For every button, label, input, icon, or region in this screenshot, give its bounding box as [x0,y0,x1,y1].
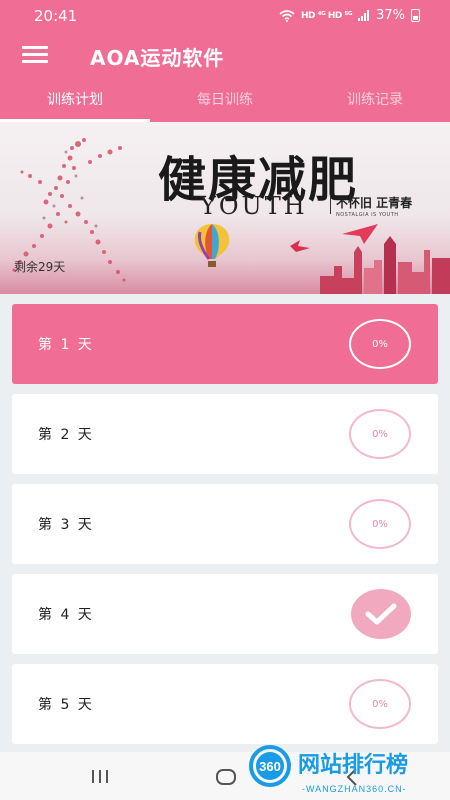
network-labels: HD ⁴ᴳ HD ⁵ᴳ [300,10,353,21]
day-label: 第 4 天 [38,607,94,623]
bird-icon [290,240,310,252]
progress-ring: 0% [349,499,411,549]
watermark: 360 网站排行榜 -WANGZHAN360.CN- [249,745,408,794]
checkmark-icon [351,589,411,639]
day-label: 第 2 天 [38,427,94,443]
tab-daily-training[interactable]: 每日训练 [150,78,300,122]
battery-percent: 37% [376,8,405,23]
watermark-badge: 360 [259,759,281,774]
watermark-url: -WANGZHAN360.CN- [302,784,407,794]
watermark-name: 网站排行榜 [298,752,408,778]
tab-training-plan[interactable]: 训练计划 [0,78,150,122]
tab-training-record[interactable]: 训练记录 [300,78,450,122]
progress-ring: 0% [349,409,411,459]
app-bar: AOA运动软件 [0,32,450,78]
status-time: 20:41 [34,7,78,25]
day-list: 第 1 天 0% 第 2 天 0% 第 3 天 0% 第 4 天 第 5 天 0… [12,304,438,754]
day-card[interactable]: 第 3 天 0% [12,484,438,564]
status-bar: 20:41 HD ⁴ᴳ HD ⁵ᴳ 37% [0,0,450,32]
status-icons: HD ⁴ᴳ HD ⁵ᴳ 37% [279,8,420,23]
recent-apps-button[interactable] [70,752,130,800]
promo-banner[interactable]: 健康减肥 YOUTH 不怀旧 正青春 NOSTALGIA IS YOUTH 剩余… [0,122,450,294]
progress-ring: 0% [349,679,411,729]
app-title: AOA运动软件 [90,46,225,70]
banner-subtitle: YOUTH [200,192,308,220]
day-card[interactable]: 第 2 天 0% [12,394,438,474]
progress-ring: 0% [349,319,411,369]
day-card[interactable]: 第 4 天 [12,574,438,654]
remaining-days: 剩余29天 [14,260,66,274]
banner-small-text: NOSTALGIA IS YOUTH [336,212,399,218]
day-label: 第 1 天 [38,337,94,353]
day-card[interactable]: 第 1 天 0% [12,304,438,384]
recent-apps-icon [92,770,108,783]
day-card[interactable]: 第 5 天 0% [12,664,438,744]
banner-slogan: 不怀旧 正青春 [336,196,413,210]
wifi-icon [279,9,295,22]
tab-bar: 训练计划 每日训练 训练记录 [0,78,450,122]
paper-plane-icon [342,224,378,244]
day-label: 第 5 天 [38,697,94,713]
day-label: 第 3 天 [38,517,94,533]
signal-icon [358,10,370,21]
balloon-icon [194,224,230,267]
menu-icon[interactable] [22,46,48,64]
battery-icon [411,9,420,22]
banner-divider [330,194,331,214]
